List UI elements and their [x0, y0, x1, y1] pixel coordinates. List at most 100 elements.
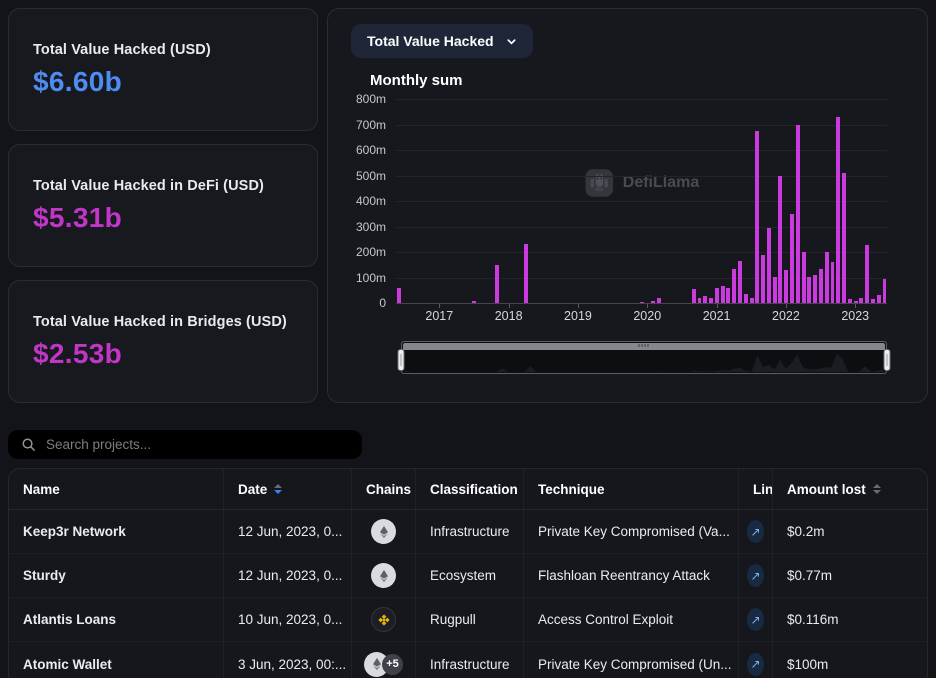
chart-bar[interactable] [796, 125, 800, 303]
search-input-wrapper[interactable] [8, 430, 362, 459]
x-tick-label: 2017 [425, 309, 453, 323]
chart-bar[interactable] [842, 173, 846, 303]
hack-name: Keep3r Network [9, 510, 224, 553]
column-header-link: Link [739, 469, 773, 509]
hack-amount-lost: $0.116m [773, 598, 927, 641]
bar-chart: 800m700m600m500m400m300m200m100m0 DefiLl… [344, 99, 887, 303]
brush-handle-right[interactable] [884, 349, 891, 371]
chart-bar[interactable] [807, 277, 811, 303]
chart-bar[interactable] [825, 252, 829, 303]
brush-handle-left[interactable] [398, 349, 405, 371]
y-axis-labels: 800m700m600m500m400m300m200m100m0 [344, 99, 396, 303]
chart-bar[interactable] [755, 131, 759, 303]
time-range-brush[interactable] [401, 341, 887, 374]
sort-icon[interactable] [873, 484, 881, 494]
chart-bar[interactable] [651, 301, 655, 303]
stats-column: Total Value Hacked (USD) $6.60b Total Va… [8, 8, 318, 403]
hack-technique: Access Control Exploit [524, 598, 739, 641]
chart-bar[interactable] [692, 289, 696, 303]
chart-bar[interactable] [883, 279, 887, 303]
chart-bar[interactable] [709, 298, 713, 303]
column-header-date[interactable]: Date [224, 469, 352, 509]
stat-value: $6.60b [33, 66, 293, 98]
chart-bar[interactable] [726, 288, 730, 303]
chart-bar[interactable] [773, 277, 777, 303]
chart-bar[interactable] [640, 302, 644, 303]
column-header-amount-lost[interactable]: Amount lost [773, 469, 927, 509]
ethereum-icon[interactable] [371, 563, 396, 588]
stat-value: $5.31b [33, 202, 293, 234]
metric-dropdown[interactable]: Total Value Hacked [351, 24, 533, 58]
chart-bar[interactable] [524, 244, 528, 303]
hack-classification: Infrastructure [416, 510, 524, 553]
chart-bar[interactable] [703, 296, 707, 303]
sort-icon[interactable] [274, 484, 282, 494]
stat-label: Total Value Hacked (USD) [33, 42, 293, 58]
table-row: Atomic Wallet 3 Jun, 2023, 00:... +5 Inf… [9, 642, 927, 678]
brush-track[interactable] [401, 341, 887, 374]
chart-bar[interactable] [778, 176, 782, 303]
y-tick-label: 0 [379, 296, 386, 310]
chart-bar[interactable] [472, 301, 476, 303]
external-link-button[interactable]: ↗ [747, 608, 764, 631]
chart-bar[interactable] [859, 298, 863, 303]
chart-bar[interactable] [819, 269, 823, 303]
chart-bar[interactable] [657, 298, 661, 303]
chevron-down-icon [506, 36, 517, 47]
chart-bar[interactable] [865, 245, 869, 303]
chart-title: Monthly sum [370, 72, 911, 89]
chart-bar[interactable] [698, 298, 702, 303]
x-axis-labels: 2017201820192020202120222023 [396, 307, 887, 329]
top-section: Total Value Hacked (USD) $6.60b Total Va… [0, 0, 936, 403]
more-chains-badge[interactable]: +5 [382, 654, 403, 675]
chart-bar[interactable] [854, 301, 858, 303]
chart-bar[interactable] [836, 117, 840, 303]
x-tick-label: 2023 [841, 309, 869, 323]
external-link-button[interactable]: ↗ [747, 653, 764, 676]
hack-date: 12 Jun, 2023, 0... [224, 510, 352, 553]
chart-bar[interactable] [744, 294, 748, 303]
external-link-button[interactable]: ↗ [747, 520, 764, 543]
chart-bar[interactable] [715, 288, 719, 303]
binance-chain-icon[interactable] [371, 607, 396, 632]
hack-technique: Private Key Compromised (Va... [524, 510, 739, 553]
chart-bar[interactable] [848, 299, 852, 303]
chart-bar[interactable] [750, 298, 754, 303]
external-link-button[interactable]: ↗ [747, 564, 764, 587]
x-tick-label: 2019 [564, 309, 592, 323]
chart-bar[interactable] [831, 262, 835, 303]
hack-amount-lost: $100m [773, 642, 927, 678]
brush-grip-icon[interactable] [639, 344, 650, 347]
hack-name: Atlantis Loans [9, 598, 224, 641]
chart-bar[interactable] [738, 261, 742, 303]
stat-label: Total Value Hacked in DeFi (USD) [33, 178, 293, 194]
column-header-chains: Chains [352, 469, 416, 509]
chart-bar[interactable] [871, 299, 875, 303]
chart-bar[interactable] [813, 275, 817, 303]
search-input[interactable] [46, 437, 349, 452]
chart-bar[interactable] [495, 265, 499, 303]
chart-bar[interactable] [397, 288, 401, 303]
arrow-up-right-icon: ↗ [750, 657, 760, 671]
hack-chains [352, 598, 416, 641]
hack-chains [352, 554, 416, 597]
y-tick-label: 200m [356, 245, 386, 259]
table-row: Atlantis Loans 10 Jun, 2023, 0... Rugpul… [9, 598, 927, 642]
chart-bar[interactable] [732, 269, 736, 303]
chart-bar[interactable] [761, 255, 765, 303]
chart-bar[interactable] [790, 214, 794, 304]
hack-chains [352, 510, 416, 553]
hack-technique: Private Key Compromised (Un... [524, 642, 739, 678]
hack-technique: Flashloan Reentrancy Attack [524, 554, 739, 597]
table-row: Keep3r Network 12 Jun, 2023, 0... Infras… [9, 510, 927, 554]
ethereum-icon[interactable] [371, 519, 396, 544]
chart-bar[interactable] [784, 270, 788, 303]
y-tick-label: 100m [356, 271, 386, 285]
stat-card-bridges-hacked: Total Value Hacked in Bridges (USD) $2.5… [8, 280, 318, 403]
chart-bar[interactable] [721, 286, 725, 303]
chart-bar[interactable] [802, 252, 806, 303]
chart-plot-area[interactable]: DefiLlama [396, 99, 887, 303]
chart-bar[interactable] [767, 228, 771, 303]
hack-amount-lost: $0.2m [773, 510, 927, 553]
chart-bar[interactable] [877, 295, 881, 303]
